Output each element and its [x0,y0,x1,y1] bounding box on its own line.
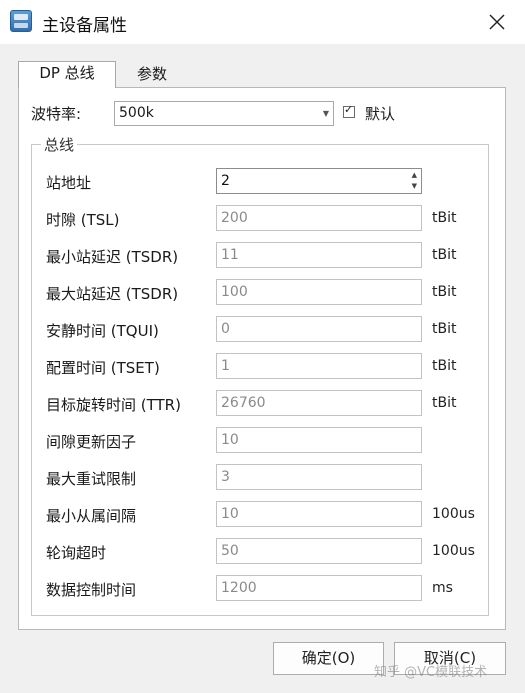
close-button[interactable] [480,6,514,38]
field-input[interactable]: 1200 [216,575,422,601]
field-value: 200 [221,210,248,226]
field-label: 最小从属间隔 [46,507,137,525]
field-input[interactable]: 200 [216,205,422,231]
field-input[interactable]: 10 [216,427,422,453]
field-unit: tBit [432,284,457,300]
field-unit: tBit [432,358,457,374]
bus-group-title: 总线 [41,134,78,155]
field-input[interactable]: 1 [216,353,422,379]
field-label: 轮询超时 [46,544,107,562]
field-input[interactable]: 0 [216,316,422,342]
field-value: 1200 [221,580,257,596]
field-input[interactable]: 11 [216,242,422,268]
field-label: 间隙更新因子 [46,433,137,451]
field-value: 1 [221,358,230,374]
field-input[interactable]: 26760 [216,390,422,416]
baud-rate-value: 500k [119,105,154,121]
default-label: 默认 [365,105,396,123]
tab-dp-bus[interactable]: DP 总线 [18,61,116,88]
ok-button[interactable]: 确定(O) [273,642,384,675]
field-label: 最小站延迟 (TSDR) [46,248,179,266]
close-icon [489,14,505,30]
default-checkbox[interactable]: ✓ [343,103,355,118]
field-label: 最大站延迟 (TSDR) [46,285,179,303]
field-input[interactable]: 100 [216,279,422,305]
field-unit: tBit [432,210,457,226]
window-title: 主设备属性 [42,16,127,36]
field-label: 最大重试限制 [46,470,137,488]
field-value: 50 [221,543,239,559]
field-input[interactable]: 50 [216,538,422,564]
field-value: 10 [221,432,239,448]
field-label: 目标旋转时间 (TTR) [46,396,181,414]
field-label: 站地址 [46,174,92,192]
field-label: 数据控制时间 [46,581,137,599]
baud-rate-select[interactable]: 500k ▼ [114,101,334,126]
baud-rate-label: 波特率: [31,105,82,123]
field-unit: tBit [432,395,457,411]
title-bar: 主设备属性 [0,0,525,44]
field-label: 安静时间 (TQUI) [46,322,159,340]
field-value: 3 [221,469,230,485]
tab-parameters[interactable]: 参数 [120,63,184,87]
watermark: 知乎 @VC模联技术 [374,665,488,680]
field-value: 26760 [221,395,266,411]
field-unit: tBit [432,247,457,263]
field-value: 10 [221,506,239,522]
field-unit: 100us [432,543,475,559]
field-label: 时隙 (TSL) [46,211,120,229]
network-device-icon [10,10,32,32]
field-input[interactable]: 3 [216,464,422,490]
field-unit: ms [432,580,453,596]
field-value: 2 [221,173,230,189]
field-value: 100 [221,284,248,300]
spinner-arrows-icon[interactable]: ▲ ▼ [412,170,417,192]
station-address-spinbox[interactable]: 2 ▲ ▼ [216,168,422,194]
chevron-down-icon: ▼ [322,109,329,118]
check-icon: ✓ [344,103,354,116]
field-unit: 100us [432,506,475,522]
field-value: 0 [221,321,230,337]
field-unit: tBit [432,321,457,337]
field-input[interactable]: 10 [216,501,422,527]
field-value: 11 [221,247,239,263]
field-label: 配置时间 (TSET) [46,359,160,377]
